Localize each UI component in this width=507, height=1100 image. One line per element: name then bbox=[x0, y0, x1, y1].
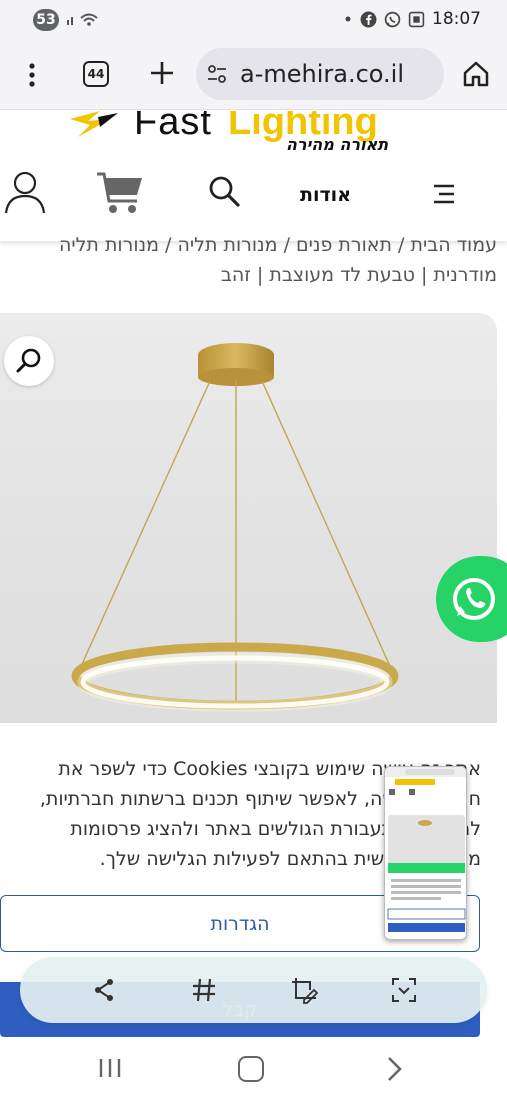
product-image[interactable] bbox=[0, 313, 497, 723]
site-navigation: אודות bbox=[0, 159, 507, 241]
site-settings-icon[interactable] bbox=[206, 63, 228, 85]
android-navigation-bar bbox=[0, 1037, 507, 1100]
screenshot-preview-thumbnail[interactable] bbox=[384, 766, 467, 940]
new-tab-plus-icon[interactable] bbox=[147, 58, 177, 88]
breadcrumb: עמוד הבית / תאורת פנים / מנורות תליה / מ… bbox=[0, 237, 507, 297]
zoom-button[interactable] bbox=[4, 336, 54, 386]
screenshot-icon bbox=[408, 11, 425, 27]
signal-icon bbox=[67, 13, 98, 26]
clock-time: 18:07 bbox=[432, 9, 481, 29]
edit-crop-icon[interactable] bbox=[290, 976, 318, 1004]
nav-about-link[interactable]: אודות bbox=[300, 184, 351, 206]
gold-ring-pendant-lamp-image bbox=[71, 343, 399, 712]
breadcrumb-current: מודרנית | טבעת לד מעוצבת | זהב bbox=[220, 264, 497, 286]
tabs-icon[interactable]: 44 bbox=[83, 61, 109, 87]
lightning-bolt-logo-icon bbox=[70, 111, 118, 137]
home-button-icon[interactable] bbox=[238, 1056, 264, 1082]
scroll-capture-icon[interactable] bbox=[390, 976, 418, 1004]
recents-icon[interactable] bbox=[98, 1057, 122, 1079]
screenshot-preview-image bbox=[385, 767, 466, 932]
status-icons-right: 18:07 bbox=[343, 9, 481, 29]
facebook-icon bbox=[360, 11, 377, 27]
screenshot-toolbar bbox=[20, 957, 487, 1023]
hamburger-menu-icon[interactable] bbox=[430, 183, 456, 205]
whatsapp-icon bbox=[453, 578, 495, 620]
notification-count-badge: 53 bbox=[33, 9, 59, 31]
cart-icon[interactable] bbox=[96, 171, 144, 215]
user-icon[interactable] bbox=[5, 169, 45, 215]
share-icon[interactable] bbox=[90, 976, 118, 1004]
logo-fast-text: Fast bbox=[134, 111, 212, 143]
logo-tagline: תאורה מהירה bbox=[286, 135, 389, 154]
url-text[interactable]: a-mehira.co.il bbox=[240, 60, 404, 88]
back-icon[interactable] bbox=[384, 1055, 404, 1083]
browser-toolbar: 44 a-mehira.co.il bbox=[0, 40, 507, 110]
whatsapp-chat-button[interactable] bbox=[436, 556, 507, 642]
hashtag-icon[interactable] bbox=[190, 976, 218, 1004]
breadcrumb-path[interactable]: עמוד הבית / תאורת פנים / מנורות תליה / מ… bbox=[59, 237, 497, 256]
zoom-icon bbox=[16, 348, 41, 373]
search-icon[interactable] bbox=[208, 175, 240, 207]
address-bar[interactable]: a-mehira.co.il bbox=[196, 48, 444, 100]
whatsapp-icon bbox=[384, 11, 401, 27]
status-bar: 53 18:07 bbox=[0, 0, 507, 40]
home-icon[interactable] bbox=[462, 60, 490, 88]
menu-dots-icon[interactable] bbox=[22, 60, 42, 90]
dot-icon bbox=[345, 16, 351, 22]
site-logo[interactable]: Fast Lighting תאורה מהירה bbox=[0, 111, 507, 159]
